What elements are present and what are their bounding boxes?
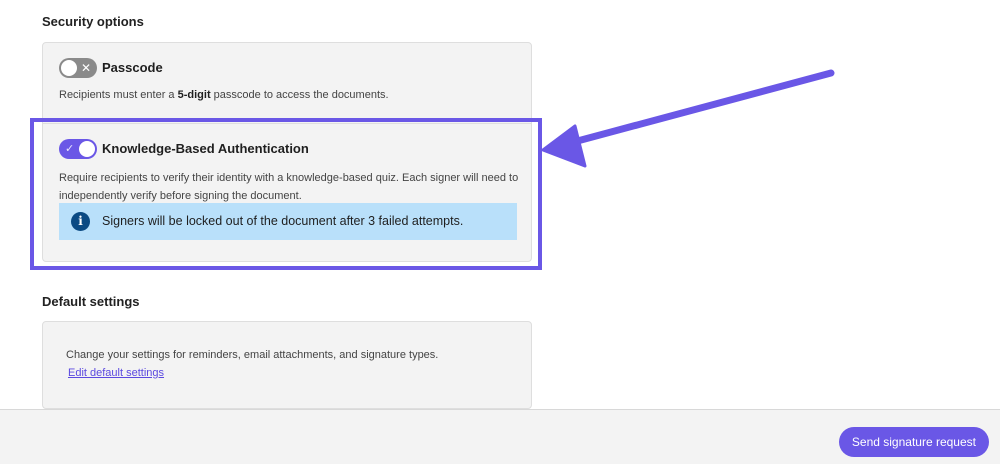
default-settings-title: Default settings (42, 294, 140, 309)
toggle-knob (79, 141, 95, 157)
passcode-description: Recipients must enter a 5-digit passcode… (59, 89, 389, 101)
security-options-title: Security options (42, 14, 144, 29)
kba-toggle[interactable]: ✓ (59, 139, 97, 159)
divider (43, 123, 531, 124)
passcode-title: Passcode (102, 60, 163, 75)
toggle-knob (61, 60, 77, 76)
passcode-desc-text-end: passcode to access the documents. (210, 89, 389, 101)
arrow-head (541, 124, 587, 168)
passcode-desc-bold: 5-digit (177, 89, 211, 101)
close-icon: ✕ (80, 61, 91, 75)
security-options-card: ✕ Passcode Recipients must enter a 5-dig… (42, 42, 532, 262)
footer-bar: Send signature request (0, 409, 1000, 464)
edit-default-settings-link[interactable]: Edit default settings (68, 367, 164, 379)
kba-description: Require recipients to verify their ident… (59, 172, 519, 202)
default-settings-card: Change your settings for reminders, emai… (42, 321, 532, 409)
info-banner-text: Signers will be locked out of the docume… (102, 214, 464, 228)
info-icon: i (71, 212, 90, 231)
check-icon: ✓ (65, 143, 75, 155)
default-settings-description: Change your settings for reminders, emai… (66, 349, 439, 361)
arrow-shaft (566, 69, 835, 147)
send-signature-request-button[interactable]: Send signature request (838, 427, 989, 457)
passcode-toggle[interactable]: ✕ (59, 58, 97, 78)
passcode-desc-text: Recipients must enter a (59, 89, 178, 101)
kba-title: Knowledge-Based Authentication (102, 141, 309, 156)
kba-info-banner: i Signers will be locked out of the docu… (59, 203, 517, 240)
